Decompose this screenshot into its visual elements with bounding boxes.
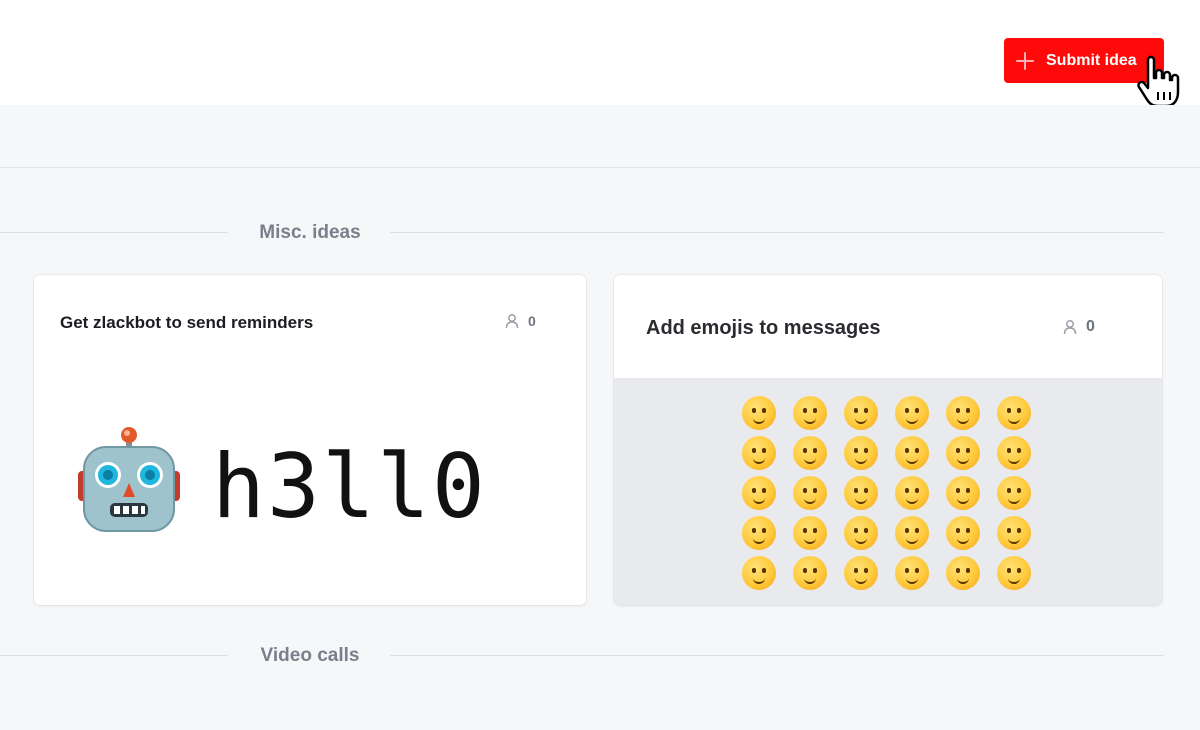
emoji-icon <box>844 556 878 590</box>
emoji-icon <box>844 516 878 550</box>
emoji-icon <box>946 556 980 590</box>
emoji-icon <box>997 436 1031 470</box>
emoji-icon <box>793 516 827 550</box>
section-header-video-calls: Video calls <box>0 641 1200 671</box>
emoji-icon <box>895 396 929 430</box>
person-icon <box>505 314 519 329</box>
emoji-icon <box>895 436 929 470</box>
person-icon <box>1063 320 1077 335</box>
section-header-misc: Misc. ideas <box>0 218 1200 248</box>
divider <box>390 655 1164 656</box>
header: Submit idea <box>0 0 1200 108</box>
emoji-icon <box>793 556 827 590</box>
emoji-icon <box>895 556 929 590</box>
emoji-icon <box>946 396 980 430</box>
voter-count-value: 0 <box>1086 318 1095 335</box>
emoji-icon <box>844 476 878 510</box>
voter-count-value: 0 <box>528 313 536 329</box>
voter-count: 0 <box>1062 318 1095 336</box>
section-title: Video calls <box>260 645 360 666</box>
idea-card-emojis[interactable]: Add emojis to messages 0 <box>614 275 1162 605</box>
emoji-icon <box>742 436 776 470</box>
emoji-icon <box>997 556 1031 590</box>
emoji-icon <box>742 556 776 590</box>
emoji-panel <box>614 378 1162 605</box>
emoji-icon <box>946 516 980 550</box>
emoji-icon <box>844 436 878 470</box>
emoji-icon <box>844 396 878 430</box>
plus-icon <box>1016 51 1034 70</box>
emoji-icon <box>742 396 776 430</box>
page: Submit idea Misc. ideas Get zlackbot to … <box>0 0 1200 730</box>
voter-count: 0 <box>504 313 536 329</box>
hand-pointer-icon <box>1137 55 1180 108</box>
idea-title[interactable]: Add emojis to messages <box>646 317 881 340</box>
emoji-icon <box>997 516 1031 550</box>
idea-card-zlackbot[interactable]: Get zlackbot to send reminders 0 h3ll0 <box>34 275 586 605</box>
robot-icon <box>78 427 180 532</box>
section-title: Misc. ideas <box>259 222 361 243</box>
idea-title[interactable]: Get zlackbot to send reminders <box>60 313 313 333</box>
emoji-icon <box>946 436 980 470</box>
emoji-icon <box>793 396 827 430</box>
emoji-icon <box>895 516 929 550</box>
ideas-board: Misc. ideas Get zlackbot to send reminde… <box>0 105 1200 730</box>
emoji-icon <box>997 396 1031 430</box>
emoji-icon <box>742 516 776 550</box>
submit-idea-label: Submit idea <box>1046 51 1137 69</box>
emoji-grid <box>742 396 1031 590</box>
emoji-icon <box>895 476 929 510</box>
hello-text: h3ll0 <box>212 435 487 538</box>
emoji-icon <box>793 436 827 470</box>
emoji-icon <box>793 476 827 510</box>
emoji-icon <box>997 476 1031 510</box>
divider <box>0 232 228 233</box>
emoji-icon <box>946 476 980 510</box>
divider <box>0 655 228 656</box>
divider <box>0 167 1200 168</box>
divider <box>390 232 1164 233</box>
emoji-icon <box>742 476 776 510</box>
